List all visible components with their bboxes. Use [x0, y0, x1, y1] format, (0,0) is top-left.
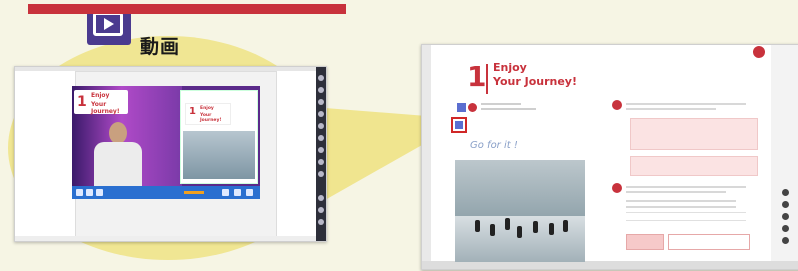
rewind-icon[interactable]: [76, 189, 83, 196]
text-line: [626, 191, 726, 193]
toolbar-button[interactable]: [782, 201, 789, 208]
slide-title-card: 1 Enjoy Your Journey!: [185, 103, 231, 125]
page-header-bar: [28, 4, 346, 14]
subtitle-icon[interactable]: [234, 189, 241, 196]
toolbar-button[interactable]: [782, 237, 789, 244]
toolbar-button[interactable]: [782, 225, 789, 232]
text-line: [481, 103, 521, 105]
sidebar-tool-button[interactable]: [318, 87, 324, 93]
text-line: [481, 108, 536, 110]
answer-line: [626, 212, 746, 213]
volume-slider[interactable]: [184, 191, 204, 194]
feature-label: 動画: [140, 36, 181, 58]
lesson-number: 1: [77, 94, 87, 110]
window-bottom-bar: [15, 236, 316, 241]
expression-button[interactable]: [626, 234, 664, 250]
viewer-sidebar: [316, 67, 326, 241]
play-icon[interactable]: [86, 189, 93, 196]
textbook-slide: 1 Enjoy Your Journey!: [180, 90, 258, 184]
viewer-toolbar: [771, 45, 798, 269]
answer-box[interactable]: [630, 156, 758, 176]
text-line: [626, 108, 716, 110]
slide-title-line2: Your Journey!: [200, 113, 222, 123]
video-controls: [72, 186, 260, 199]
presenter-body: [94, 142, 142, 186]
page-lesson-number: 1: [467, 60, 487, 93]
beach-photo: [183, 131, 255, 179]
forward-icon[interactable]: [96, 189, 103, 196]
sidebar-tool-button[interactable]: [318, 135, 324, 141]
beach-photo: [455, 160, 585, 262]
toolbar-button[interactable]: [782, 213, 789, 220]
video-player[interactable]: 1 Enjoy Your Journey! 1 Enjoy Your Journ…: [72, 86, 260, 199]
toolbar-button[interactable]: [782, 189, 789, 196]
sidebar-tool-button[interactable]: [318, 219, 324, 225]
section-badge: [612, 100, 622, 110]
sidebar-tool-button[interactable]: [318, 195, 324, 201]
slide-title-line1: Enjoy: [200, 106, 214, 111]
slide-lesson-number: 1: [189, 106, 196, 117]
page-title-line2: Your Journey!: [493, 75, 577, 88]
handwritten-note: Go for it !: [470, 140, 518, 151]
speaker-badge-icon[interactable]: [468, 103, 477, 112]
sidebar-tool-button[interactable]: [318, 207, 324, 213]
sidebar-tool-button[interactable]: [318, 171, 324, 177]
lesson-title-line2: Your Journey!: [91, 101, 120, 115]
sidebar-tool-button[interactable]: [318, 75, 324, 81]
presenter: [109, 122, 127, 144]
page-tab-icon[interactable]: [752, 45, 766, 59]
audio-icon[interactable]: [457, 103, 466, 112]
sidebar-tool-button[interactable]: [318, 99, 324, 105]
viewer-left-edge: [422, 45, 431, 269]
viewer-status-bar: [422, 261, 798, 269]
answer-line: [626, 220, 746, 221]
sidebar-tool-button[interactable]: [318, 123, 324, 129]
text-line: [626, 103, 746, 105]
video-link-icon[interactable]: [455, 121, 463, 129]
text-line: [626, 200, 736, 202]
sidebar-tool-button[interactable]: [318, 159, 324, 165]
text-line: [626, 186, 746, 188]
fullscreen-icon[interactable]: [246, 189, 253, 196]
lesson-title-card: 1 Enjoy Your Journey!: [74, 90, 128, 115]
answer-box[interactable]: [630, 118, 758, 150]
settings-icon[interactable]: [222, 189, 229, 196]
sidebar-tool-button[interactable]: [318, 147, 324, 153]
lesson-title-line1: Enjoy: [91, 92, 110, 99]
text-line: [626, 206, 736, 208]
lesson-divider: [486, 64, 488, 94]
page-title-line1: Enjoy: [493, 61, 527, 74]
expression-box: [668, 234, 750, 250]
sidebar-tool-button[interactable]: [318, 111, 324, 117]
section-badge: [612, 183, 622, 193]
